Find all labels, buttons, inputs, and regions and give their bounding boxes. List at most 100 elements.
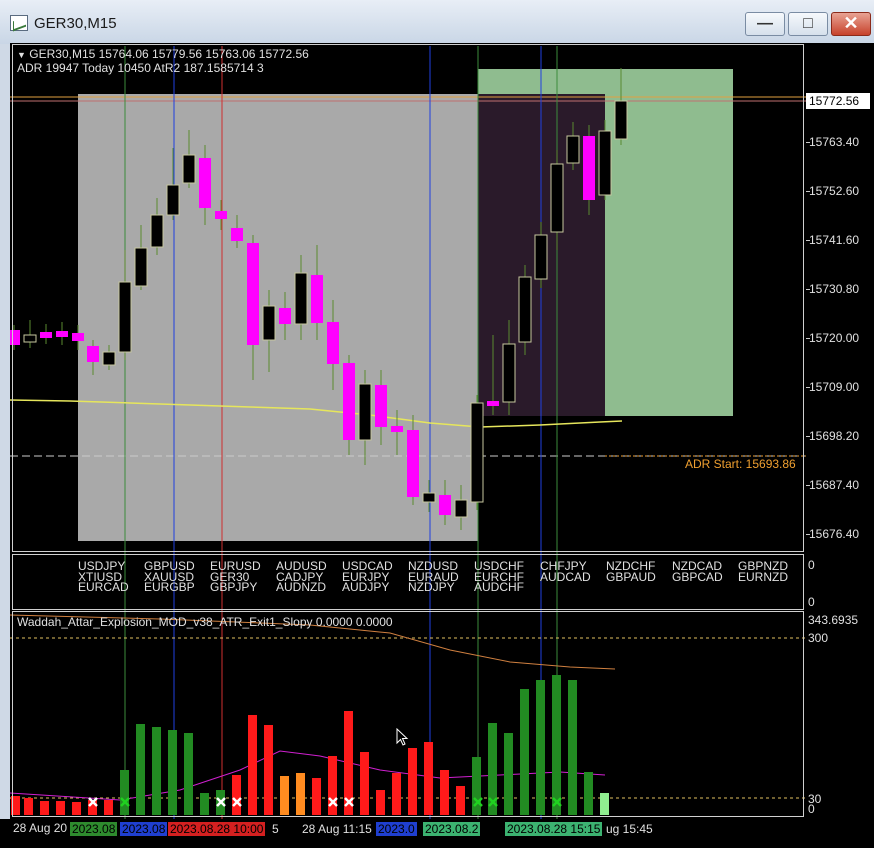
close-icon: ✕ <box>843 13 859 33</box>
candle-body <box>502 343 516 403</box>
candle-body <box>87 346 99 362</box>
price-axis-label: 15687.40 <box>809 478 860 492</box>
indicator-histogram-bar <box>424 742 433 815</box>
chart-header-ohlc: ▼ GER30,M15 15764.06 15779.56 15763.06 1… <box>17 48 309 62</box>
symbol-column[interactable]: GBPNZD EURNZD <box>738 560 788 583</box>
symbol-column[interactable]: NZDCAD GBPCAD <box>672 560 723 583</box>
indicator-histogram-bar <box>568 680 577 815</box>
candle-body <box>40 332 52 338</box>
symbol-column[interactable]: EURUSD GER30 GBPJPY <box>210 560 261 593</box>
indicator-histogram-bar <box>56 801 65 815</box>
candle-body <box>470 402 484 503</box>
candle-body <box>391 426 403 432</box>
candle-body <box>487 401 499 406</box>
candle-body <box>518 276 532 343</box>
symbol-column[interactable]: CHFJPY AUDCAD <box>540 560 591 583</box>
session-box-green <box>605 94 733 416</box>
chart-header-adr: ADR 19947 Today 10450 AtR2 187.1585714 3 <box>17 61 264 75</box>
candle-body <box>247 243 259 345</box>
indicator-histogram-bar <box>440 770 449 815</box>
indicator-histogram-bar <box>24 798 33 815</box>
symbol-column[interactable]: GBPUSD XAUUSD EURGBP <box>144 560 195 593</box>
session-box-green-top <box>478 69 733 94</box>
ohlc-text: GER30,M15 15764.06 15779.56 15763.06 157… <box>29 47 309 61</box>
time-axis-badge: 2023.08.28 10:00 <box>168 822 266 836</box>
indicator-histogram-bar <box>504 733 513 815</box>
indicator-axis-max: 343.6935 <box>808 613 859 627</box>
indicator-histogram-bar <box>72 802 81 815</box>
candle-body <box>118 281 132 353</box>
candle-body <box>23 334 37 343</box>
time-axis-badge: 2023.08.28 15:15 <box>505 822 603 836</box>
symbol-column[interactable]: NZDUSD EURAUD NZDJPY <box>408 560 459 593</box>
candle-body <box>407 430 419 497</box>
candle-body <box>279 308 291 324</box>
indicator-histogram-bar <box>584 772 593 815</box>
minimize-icon: — <box>757 15 773 32</box>
candle-body <box>311 275 323 323</box>
symbols-axis-bottom: 0 <box>808 595 815 609</box>
time-axis-left-label: 28 Aug 20 <box>13 821 68 835</box>
indicator-histogram-bar <box>280 776 289 815</box>
indicator-histogram-bar <box>104 800 113 815</box>
indicator-histogram-bar <box>520 689 529 815</box>
indicator-histogram-bar <box>152 727 161 815</box>
indicator-histogram-bar <box>200 793 209 815</box>
indicator-histogram-bar <box>552 675 561 815</box>
maximize-button[interactable]: □ <box>788 12 828 36</box>
chart-drawing[interactable] <box>10 43 806 819</box>
candle-body <box>102 351 116 366</box>
time-axis-badge: 2023.08 <box>120 822 168 836</box>
symbol-column[interactable]: NZDCHF GBPAUD <box>606 560 656 583</box>
candle-body <box>534 234 548 280</box>
current-price-label: 15772.56 <box>806 93 870 109</box>
adr-start-label: ADR Start: 15693.86 <box>685 457 796 471</box>
price-axis-label: 15709.00 <box>809 380 860 394</box>
close-button[interactable]: ✕ <box>831 12 871 36</box>
symbol-column[interactable]: USDJPY XTIUSD EURCAD <box>78 560 129 593</box>
window-title: GER30,M15 <box>34 15 117 32</box>
indicator-level-300: 300 <box>808 631 829 645</box>
candle-body <box>422 492 436 503</box>
candle-body <box>598 130 612 196</box>
time-axis-badge: 2023.08.2 <box>423 822 481 836</box>
indicator-histogram-bar <box>184 733 193 815</box>
indicator-histogram-bar <box>168 730 177 815</box>
symbol-column[interactable]: USDCHF EURCHF AUDCHF <box>474 560 524 593</box>
candle-body <box>56 331 68 337</box>
price-axis-label: 15730.80 <box>809 282 860 296</box>
candle-body <box>566 135 580 164</box>
indicator-histogram-bar <box>120 770 129 815</box>
symbol-column[interactable]: USDCAD EURJPY AUDJPY <box>342 560 393 593</box>
candle-body <box>262 305 276 341</box>
price-axis-label: 15698.20 <box>809 429 860 443</box>
candle-body <box>358 383 372 441</box>
maximize-icon: □ <box>803 15 813 32</box>
indicator-magenta-line <box>10 750 606 801</box>
dropdown-triangle-icon[interactable]: ▼ <box>17 50 26 60</box>
indicator-histogram-bar <box>392 773 401 815</box>
indicator-histogram-bar <box>136 724 145 815</box>
indicator-histogram-bar <box>360 752 369 815</box>
indicator-histogram-bar <box>600 793 609 815</box>
candle-body <box>231 228 243 241</box>
window-titlebar[interactable]: GER30,M15 — □ ✕ <box>0 0 874 44</box>
time-axis-badge: 5 <box>270 822 281 836</box>
indicator-histogram-bar <box>11 796 20 815</box>
chart-area[interactable] <box>10 43 806 819</box>
candle-body <box>215 211 227 219</box>
indicator-histogram-bar <box>296 773 305 815</box>
candle-body <box>134 247 148 287</box>
symbol-column[interactable]: AUDUSD CADJPY AUDNZD <box>276 560 327 593</box>
indicator-histogram-bar <box>248 715 257 815</box>
minimize-button[interactable]: — <box>745 12 785 36</box>
candle-body <box>583 136 595 200</box>
indicator-level-0: 0 <box>808 802 815 816</box>
indicator-histogram-bar <box>536 680 545 815</box>
indicator-histogram-bar <box>264 725 273 815</box>
candle-body <box>199 158 211 208</box>
indicator-histogram-bar <box>408 748 417 815</box>
time-axis-badge: 2023.0 <box>376 822 417 836</box>
price-axis-label: 15763.40 <box>809 135 860 149</box>
time-axis-badge: 2023.08 <box>70 822 118 836</box>
